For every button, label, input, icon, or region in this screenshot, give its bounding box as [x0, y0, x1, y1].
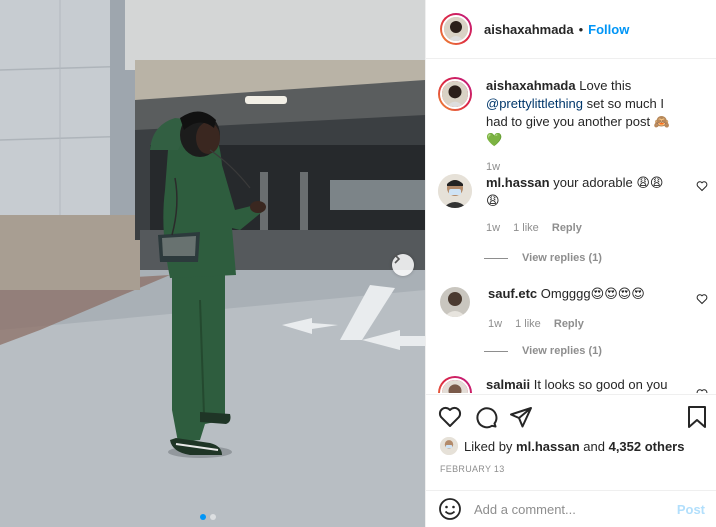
add-comment-bar: Post — [426, 490, 716, 527]
comment-username[interactable]: sauf.etc — [488, 286, 537, 301]
caption-mention-link[interactable]: @prettylittlething — [486, 96, 583, 111]
liked-by-and: and — [583, 438, 605, 454]
view-replies-label: View replies (1) — [522, 252, 602, 264]
photo-scene — [0, 0, 425, 527]
comment-item: salmaii It looks so good on you — [438, 376, 708, 393]
liked-by-user[interactable]: ml.hassan — [516, 439, 580, 454]
caption-text-start: Love this — [579, 78, 632, 93]
view-replies-button[interactable]: View replies (1) — [484, 345, 602, 357]
reply-button[interactable]: Reply — [554, 318, 584, 330]
liker-avatar[interactable] — [440, 437, 458, 455]
carousel-indicator — [200, 514, 216, 520]
heart-icon[interactable] — [696, 180, 708, 192]
caption-avatar[interactable] — [438, 77, 472, 111]
comment-emojis: 😍😍😍😍 — [590, 286, 645, 301]
post-comment-button[interactable]: Post — [677, 502, 705, 517]
person-avatar-image — [440, 437, 458, 455]
view-replies-label: View replies (1) — [522, 345, 602, 357]
comment-icon[interactable] — [474, 405, 498, 429]
liked-by-prefix: Liked by — [464, 438, 513, 454]
commenter-avatar[interactable] — [438, 174, 472, 208]
person-avatar-image — [442, 380, 468, 393]
heart-icon[interactable] — [438, 405, 462, 429]
author-avatar[interactable] — [440, 13, 472, 45]
person-avatar-image — [442, 81, 468, 107]
caption-username[interactable]: aishaxahmada — [486, 78, 576, 93]
post-side-panel: aishaxahmada • Follow aishaxahmada Love … — [425, 0, 716, 527]
chevron-right-icon — [394, 254, 401, 264]
caption-time[interactable]: 1w — [486, 161, 500, 173]
commenter-avatar[interactable] — [438, 376, 472, 393]
carousel-dot — [200, 514, 206, 520]
comment-likes[interactable]: 1 like — [513, 222, 539, 234]
commenter-avatar[interactable] — [440, 287, 470, 317]
comment-text: Omgggg — [540, 286, 591, 301]
separator-dot: • — [578, 21, 584, 37]
comments-list[interactable]: aishaxahmada Love this @prettylittlethin… — [426, 60, 716, 393]
carousel-dot — [210, 514, 216, 520]
comment-input[interactable] — [474, 501, 674, 517]
comment-likes[interactable]: 1 like — [515, 318, 541, 330]
post-header: aishaxahmada • Follow — [426, 0, 716, 59]
comment-item: sauf.etc Omgggg😍😍😍😍 1w 1 like Reply — [438, 285, 708, 333]
comment-username[interactable]: ml.hassan — [486, 175, 550, 190]
reply-button[interactable]: Reply — [552, 222, 582, 234]
next-photo-button[interactable] — [392, 254, 414, 276]
comment-text: It looks so good on you — [533, 377, 668, 392]
likes-count[interactable]: 4,352 others — [609, 439, 685, 454]
action-bar — [438, 405, 708, 431]
bookmark-icon[interactable] — [686, 405, 708, 429]
person-avatar-image — [440, 287, 470, 317]
post-actions: Liked by ml.hassan and 4,352 others — [426, 394, 716, 490]
view-replies-button[interactable]: View replies (1) — [484, 252, 602, 264]
person-avatar-image — [444, 17, 468, 41]
comment-time[interactable]: 1w — [488, 318, 502, 330]
divider-line — [484, 257, 508, 259]
follow-button[interactable]: Follow — [588, 22, 629, 37]
share-icon[interactable] — [509, 405, 533, 429]
post-date[interactable]: FEBRUARY 13 — [440, 464, 505, 474]
heart-icon[interactable] — [696, 293, 708, 305]
divider-line — [484, 350, 508, 352]
post-photo[interactable] — [0, 0, 425, 527]
author-username[interactable]: aishaxahmada — [484, 22, 574, 37]
heart-icon[interactable] — [696, 388, 708, 393]
likes-summary: Liked by ml.hassan and 4,352 others — [440, 437, 684, 455]
comment-time[interactable]: 1w — [486, 222, 500, 234]
smiley-icon[interactable] — [438, 497, 462, 521]
post-caption: aishaxahmada Love this @prettylittlethin… — [438, 77, 708, 176]
comment-item: ml.hassan your adorable 😩😩😩 1w 1 like Re… — [438, 174, 708, 237]
person-avatar-image — [438, 174, 472, 208]
comment-text: your adorable — [553, 175, 633, 190]
comment-username[interactable]: salmaii — [486, 377, 530, 392]
